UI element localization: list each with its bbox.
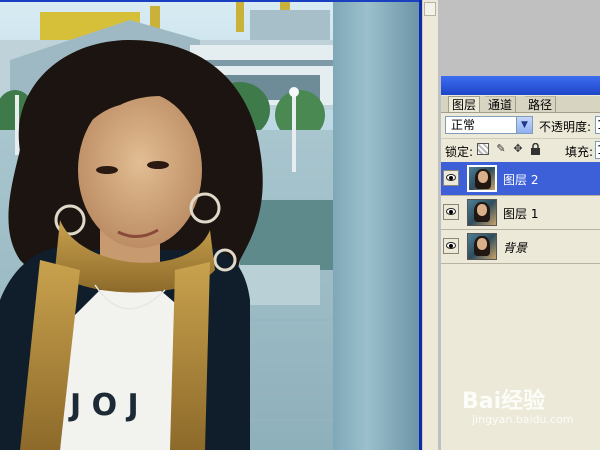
palette-title-bar[interactable] [441,76,600,95]
watermark-brand: Bai经验 [462,389,546,414]
layer-name: 背景 [503,241,528,255]
layer-name: 图层 1 [503,207,539,221]
scrollbar-up-arrow[interactable] [424,2,436,16]
dropdown-arrow-icon[interactable]: ▼ [516,117,532,133]
svg-text:J O J: J O J [68,388,139,423]
opacity-input[interactable]: 1 [595,116,600,134]
move-icon[interactable]: ✥ [512,143,524,155]
layer-name: 图层 2 [503,173,539,187]
tab-channels[interactable]: 通道 [485,96,517,112]
blend-mode-value: 正常 [451,118,476,132]
layer-thumbnail [467,199,497,226]
layer-row-layer-1[interactable]: 图层 1 [441,196,600,230]
fill-label: 填充: [565,145,594,159]
layer-thumbnail [467,233,497,260]
opacity-label: 不透明度: [539,120,592,134]
lock-label: 锁定: [445,145,474,159]
blend-mode-select[interactable]: 正常 ▼ [445,116,533,134]
layer-row-background[interactable]: 背景 [441,230,600,264]
lock-transparency-icon[interactable] [477,143,489,155]
palette-tabs: 图层 通道 路径 [441,96,600,113]
fill-input[interactable]: 1 [595,141,600,159]
tab-layers[interactable]: 图层 [448,96,481,112]
vertical-scrollbar[interactable] [422,0,439,450]
watermark-url: jingyan.baidu.com [472,413,574,426]
lock-icon[interactable] [529,142,541,155]
lock-fill-row: 锁定: ✎ ✥ 填充: 1 [441,138,600,161]
canvas-top-border [0,0,422,2]
baidu-jingyan-watermark: Bai经验 jingyan.baidu.com [462,383,600,433]
eye-icon[interactable] [443,204,459,220]
layer-thumbnail [467,165,497,192]
document-canvas[interactable]: J O J [0,0,419,450]
eye-icon[interactable] [443,170,459,186]
layer-row-layer-2[interactable]: 图层 2 [441,162,600,196]
brush-icon[interactable]: ✎ [495,143,507,155]
blend-opacity-row: 正常 ▼ 不透明度: 1 [441,114,600,136]
photo-image: J O J [0,0,419,450]
tab-paths[interactable]: 路径 [525,96,557,112]
eye-icon[interactable] [443,238,459,254]
